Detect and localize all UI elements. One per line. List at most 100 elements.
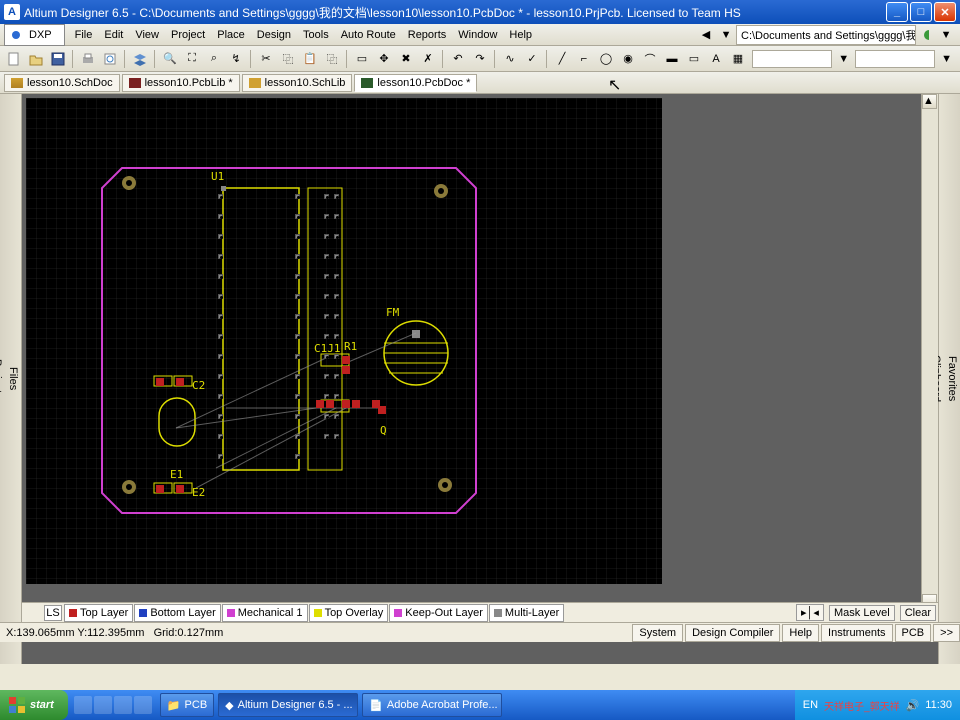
menu-help[interactable]: Help: [503, 27, 538, 43]
pad[interactable]: [334, 294, 339, 299]
via[interactable]: [122, 480, 136, 494]
tray-lang[interactable]: EN: [803, 699, 818, 711]
layer-multi[interactable]: Multi-Layer: [489, 604, 564, 622]
place-via-icon[interactable]: ◉: [618, 49, 638, 69]
place-fill-icon[interactable]: ▬: [662, 49, 682, 69]
pad[interactable]: [334, 234, 339, 239]
pad[interactable]: [334, 274, 339, 279]
back-arrow[interactable]: ◀: [696, 25, 716, 45]
pad[interactable]: [295, 274, 300, 279]
pad[interactable]: [324, 374, 329, 379]
pad[interactable]: [334, 354, 339, 359]
pad[interactable]: [218, 454, 223, 459]
zoom-area-icon[interactable]: 🔍: [160, 49, 180, 69]
filter-combo[interactable]: [752, 50, 832, 68]
pad[interactable]: [295, 434, 300, 439]
pad[interactable]: [218, 314, 223, 319]
tab-schlib[interactable]: lesson10.SchLib: [242, 74, 353, 92]
duplicate-icon[interactable]: ⿻: [322, 49, 342, 69]
maximize-button[interactable]: □: [910, 2, 932, 22]
filter-dropdown2[interactable]: ▼: [937, 53, 956, 65]
via[interactable]: [438, 478, 452, 492]
pad[interactable]: [352, 400, 360, 408]
menu-file[interactable]: File: [69, 27, 99, 43]
dropdown-arrow[interactable]: ▼: [936, 25, 956, 45]
filter-combo2[interactable]: [855, 50, 935, 68]
menu-design[interactable]: Design: [251, 27, 297, 43]
place-region-icon[interactable]: ▭: [684, 49, 704, 69]
drc-icon[interactable]: ✓: [522, 49, 542, 69]
pad[interactable]: [218, 394, 223, 399]
menu-place[interactable]: Place: [211, 27, 251, 43]
filter-dropdown[interactable]: ▼: [834, 53, 853, 65]
fwd-arrow[interactable]: ▼: [716, 25, 736, 45]
system-panel-button[interactable]: System: [632, 624, 683, 642]
menu-project[interactable]: Project: [165, 27, 211, 43]
pad[interactable]: [324, 194, 329, 199]
redo-icon[interactable]: ↷: [470, 49, 490, 69]
new-doc-icon[interactable]: [4, 49, 24, 69]
zoom-select-icon[interactable]: ⌕: [204, 49, 224, 69]
pad[interactable]: [334, 194, 339, 199]
pad[interactable]: [218, 254, 223, 259]
start-button[interactable]: start: [0, 690, 68, 720]
tab-pcblib[interactable]: lesson10.PcbLib *: [122, 74, 240, 92]
pad[interactable]: [295, 254, 300, 259]
pad[interactable]: [334, 334, 339, 339]
pad[interactable]: [334, 394, 339, 399]
place-line-icon[interactable]: ╱: [552, 49, 572, 69]
place-track-icon[interactable]: ⌐: [574, 49, 594, 69]
help-panel-button[interactable]: Help: [782, 624, 819, 642]
minimize-button[interactable]: _: [886, 2, 908, 22]
via[interactable]: [434, 184, 448, 198]
go-button[interactable]: [916, 25, 936, 45]
cut-icon[interactable]: ✂: [256, 49, 276, 69]
taskbar-item-acrobat[interactable]: 📄Adobe Acrobat Profe...: [362, 693, 502, 717]
tray-clock[interactable]: 11:30: [925, 699, 952, 711]
pad[interactable]: [218, 274, 223, 279]
pad[interactable]: [342, 400, 350, 408]
pad[interactable]: [334, 414, 339, 419]
canvas-area[interactable]: U1 FM C1J1 R1 E1 C2 E2 Q /* pads generat…: [22, 94, 938, 664]
move-icon[interactable]: ✥: [374, 49, 394, 69]
cross-probe-icon[interactable]: ↯: [226, 49, 246, 69]
pad[interactable]: [324, 334, 329, 339]
copy-icon[interactable]: ⿻: [278, 49, 298, 69]
path-combo[interactable]: C:\Documents and Settings\gggg\我的: [736, 25, 916, 45]
open-icon[interactable]: [26, 49, 46, 69]
clear-button[interactable]: Clear: [900, 605, 936, 621]
pad[interactable]: [324, 214, 329, 219]
pad[interactable]: [324, 294, 329, 299]
pad[interactable]: [324, 414, 329, 419]
design-compiler-button[interactable]: Design Compiler: [685, 624, 780, 642]
place-pad-icon[interactable]: ◯: [596, 49, 616, 69]
pad[interactable]: [218, 374, 223, 379]
pcb-canvas[interactable]: U1 FM C1J1 R1 E1 C2 E2 Q /* pads generat…: [26, 98, 662, 584]
deselect-icon[interactable]: ✖: [396, 49, 416, 69]
pad[interactable]: [316, 400, 324, 408]
menu-tools[interactable]: Tools: [297, 27, 335, 43]
files-panel-tab[interactable]: Files: [5, 106, 21, 652]
pad[interactable]: [324, 274, 329, 279]
pad[interactable]: [378, 406, 386, 414]
more-panels-button[interactable]: >>: [933, 624, 960, 642]
mask-level-button[interactable]: Mask Level: [829, 605, 895, 621]
zoom-fit-icon[interactable]: ⛶: [182, 49, 202, 69]
pad[interactable]: [218, 334, 223, 339]
undo-icon[interactable]: ↶: [448, 49, 468, 69]
route-icon[interactable]: ∿: [500, 49, 520, 69]
select-rect-icon[interactable]: ▭: [352, 49, 372, 69]
pad[interactable]: [218, 434, 223, 439]
pad[interactable]: [324, 434, 329, 439]
place-string-icon[interactable]: A: [706, 49, 726, 69]
pad[interactable]: [295, 394, 300, 399]
pad[interactable]: [218, 294, 223, 299]
pad[interactable]: [334, 374, 339, 379]
via[interactable]: [122, 176, 136, 190]
dxp-menu[interactable]: DXP: [4, 24, 65, 46]
pad[interactable]: [324, 394, 329, 399]
instruments-button[interactable]: Instruments: [821, 624, 892, 642]
print-icon[interactable]: [78, 49, 98, 69]
layer-overlay[interactable]: Top Overlay: [309, 604, 389, 622]
pad[interactable]: [295, 414, 300, 419]
